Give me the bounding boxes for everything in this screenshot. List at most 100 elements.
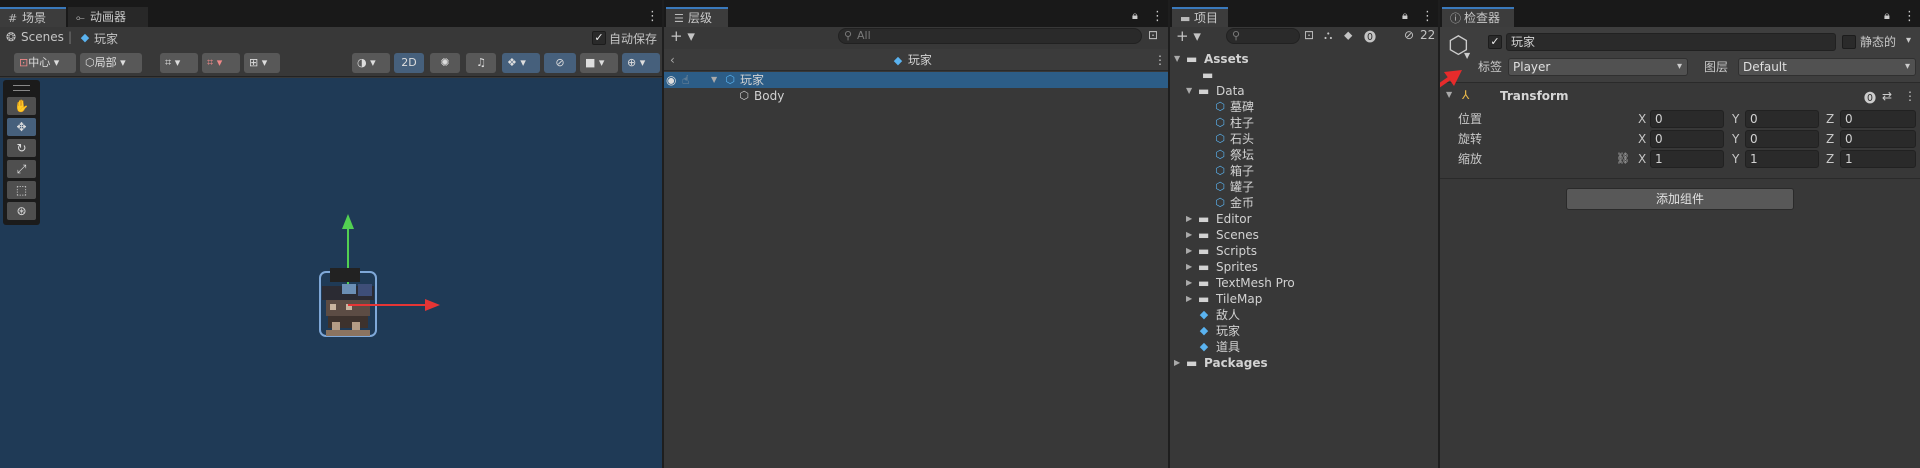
position-x-field[interactable]: 0 xyxy=(1650,110,1724,128)
back-chevron-icon[interactable]: ‹ xyxy=(670,49,675,71)
presets-icon[interactable]: ⇄ xyxy=(1882,89,1892,103)
palette-grip[interactable] xyxy=(13,85,30,91)
help-icon[interactable]: ⓿ xyxy=(1864,89,1876,106)
object-name-field[interactable]: 玩家 xyxy=(1506,33,1836,51)
grid-snap-button[interactable]: ⌗ ▾ xyxy=(160,53,198,73)
tree-item-prefab[interactable]: ◆ 敌人 xyxy=(1170,307,1438,323)
y-axis-arrow[interactable] xyxy=(342,214,354,229)
breadcrumb-scenes[interactable]: Scenes xyxy=(21,30,64,44)
tree-item-data-4[interactable]: ⬡ 箱子 xyxy=(1170,163,1438,179)
scene-menu-icon[interactable]: ⋮ xyxy=(646,10,659,24)
scale-tool-icon[interactable]: ⤢ xyxy=(7,160,36,178)
tree-item-folder[interactable]: ▶ ▬ TextMesh Pro xyxy=(1170,275,1438,291)
tree-item-data-5[interactable]: ⬡ 罐子 xyxy=(1170,179,1438,195)
tag-dropdown[interactable]: Player xyxy=(1508,58,1688,76)
position-y-field[interactable]: 0 xyxy=(1745,110,1819,128)
tree-item-data-0[interactable]: ⬡ 墓碑 xyxy=(1170,99,1438,115)
project-menu-icon[interactable]: ⋮ xyxy=(1421,10,1434,24)
autosave-checkbox[interactable]: ✓ xyxy=(592,31,606,45)
tab-hierarchy[interactable]: ☰ 层级 xyxy=(666,7,728,27)
collapsed-arrow-icon[interactable]: ▶ xyxy=(1186,259,1196,275)
collapsed-arrow-icon[interactable]: ▶ xyxy=(1186,243,1196,259)
pickable-hand-icon[interactable]: ☝ xyxy=(682,72,689,88)
tree-item-folder[interactable]: ▶ ▬ Scripts xyxy=(1170,243,1438,259)
component-menu-icon[interactable]: ⋮ xyxy=(1904,89,1916,103)
filter-label-icon[interactable]: ⬥ xyxy=(1344,28,1352,43)
shading-mode-button[interactable]: ◑ ▾ xyxy=(352,53,390,73)
active-checkbox[interactable]: ✓ xyxy=(1488,35,1502,49)
hierarchy-search-input[interactable]: ⚲ All xyxy=(838,28,1142,44)
pivot-dropdown[interactable]: ⊡中心 ▾ xyxy=(14,53,76,73)
scale-z-field[interactable]: 1 xyxy=(1840,150,1916,168)
hierarchy-row-player[interactable]: ◉ ☝ ▼ ⬡ 玩家 xyxy=(664,72,1168,88)
collapsed-arrow-icon[interactable]: ▶ xyxy=(1186,211,1196,227)
transform-header[interactable]: ▼ ⅄ Transform ⓿ ⇄ ⋮ xyxy=(1440,88,1920,106)
tab-inspector[interactable]: ⓘ 检查器 xyxy=(1442,7,1514,27)
tree-item-data-6[interactable]: ⬡ 金币 xyxy=(1170,195,1438,211)
filter-type-icon[interactable]: ⛬ xyxy=(1324,28,1332,43)
camera-button[interactable]: ■ ▾ xyxy=(580,53,618,73)
tree-item-prefab[interactable]: ◆ 道具 xyxy=(1170,339,1438,355)
tree-item-folder[interactable]: ▶ ▬ Sprites xyxy=(1170,259,1438,275)
tree-item-data[interactable]: ▼ ▬ Data xyxy=(1170,83,1438,99)
prefab-header-menu-icon[interactable]: ⋮ xyxy=(1154,49,1166,71)
static-dropdown-icon[interactable]: ▾ xyxy=(1906,35,1911,46)
tree-item-folder[interactable]: ▶ ▬ TileMap xyxy=(1170,291,1438,307)
icon-dropdown-arrow-icon[interactable]: ▼ xyxy=(1464,51,1470,60)
hierarchy-row-body[interactable]: ⬡ Body xyxy=(664,88,1168,104)
tree-item-data-1[interactable]: ⬡ 柱子 xyxy=(1170,115,1438,131)
collapsed-arrow-icon[interactable]: ▶ xyxy=(1186,291,1196,307)
lock-icon[interactable]: 🔒︎ xyxy=(1132,9,1138,23)
collapsed-arrow-icon[interactable]: ▶ xyxy=(1186,275,1196,291)
visibility-button[interactable]: ⊘ xyxy=(544,53,576,73)
audio-button[interactable]: ♫ xyxy=(466,53,496,73)
expand-arrow-icon[interactable]: ▼ xyxy=(1186,83,1196,99)
add-component-button[interactable]: 添加组件 xyxy=(1566,188,1794,210)
tree-item-data-3[interactable]: ⬡ 祭坛 xyxy=(1170,147,1438,163)
scene-viewport[interactable] xyxy=(0,78,662,468)
rotate-tool-icon[interactable]: ↻ xyxy=(7,139,36,157)
tree-item-empty-folder[interactable]: ▬ xyxy=(1170,67,1438,83)
constrain-link-icon[interactable]: ⛓ xyxy=(1616,152,1630,165)
position-z-field[interactable]: 0 xyxy=(1840,110,1916,128)
scale-x-field[interactable]: 1 xyxy=(1650,150,1724,168)
transform-tool-icon[interactable]: ⊛ xyxy=(7,202,36,220)
create-button[interactable]: + ▾ xyxy=(670,27,695,45)
project-search-input[interactable]: ⚲ xyxy=(1226,28,1300,44)
lock-icon[interactable]: 🔒︎ xyxy=(1884,9,1890,23)
filter-errors-icon[interactable]: ⓿ xyxy=(1364,28,1376,45)
rotation-z-field[interactable]: 0 xyxy=(1840,130,1916,148)
collapsed-arrow-icon[interactable]: ▶ xyxy=(1186,227,1196,243)
visibility-eye-icon[interactable]: ◉ xyxy=(666,72,676,88)
rect-tool-icon[interactable]: ⬚ xyxy=(7,181,36,199)
scale-y-field[interactable]: 1 xyxy=(1745,150,1819,168)
tree-item-data-2[interactable]: ⬡ 石头 xyxy=(1170,131,1438,147)
mode-2d-button[interactable]: 2D xyxy=(394,53,424,73)
tree-item-packages[interactable]: ▶ ▬ Packages xyxy=(1170,355,1438,371)
hierarchy-menu-icon[interactable]: ⋮ xyxy=(1151,10,1164,24)
tree-item-assets[interactable]: ▼ ▬ Assets xyxy=(1170,51,1438,67)
gizmos-button[interactable]: ⊕ ▾ xyxy=(622,53,660,73)
tab-project[interactable]: ▬ 项目 xyxy=(1172,7,1228,27)
tree-item-folder[interactable]: ▶ ▬ Scenes xyxy=(1170,227,1438,243)
breadcrumb-player[interactable]: 玩家 xyxy=(94,30,118,47)
player-sprite[interactable] xyxy=(319,268,377,337)
lock-icon[interactable]: 🔒︎ xyxy=(1402,9,1408,23)
layer-dropdown[interactable]: Default xyxy=(1738,58,1916,76)
hidden-packages-icon[interactable]: ⊘ xyxy=(1404,28,1414,42)
rotation-y-field[interactable]: 0 xyxy=(1745,130,1819,148)
collapsed-arrow-icon[interactable]: ▶ xyxy=(1174,355,1184,371)
search-options-icon[interactable]: ⊡ xyxy=(1148,28,1158,42)
tab-animator[interactable]: ⟜ 动画器 xyxy=(68,7,148,27)
space-dropdown[interactable]: ⬡局部 ▾ xyxy=(80,53,142,73)
static-checkbox[interactable] xyxy=(1842,35,1856,49)
hand-tool-icon[interactable]: ✋ xyxy=(7,97,36,115)
expand-arrow-icon[interactable]: ▼ xyxy=(1174,51,1184,67)
tree-item-folder[interactable]: ▶ ▬ Editor xyxy=(1170,211,1438,227)
effects-button[interactable]: ❖ ▾ xyxy=(502,53,540,73)
search-options-icon[interactable]: ⊡ xyxy=(1304,28,1314,42)
move-tool-icon[interactable]: ✥ xyxy=(7,118,36,136)
increment-snap-button[interactable]: ⌗ ▾ xyxy=(202,53,240,73)
align-button[interactable]: ⊞ ▾ xyxy=(244,53,280,73)
rotation-x-field[interactable]: 0 xyxy=(1650,130,1724,148)
